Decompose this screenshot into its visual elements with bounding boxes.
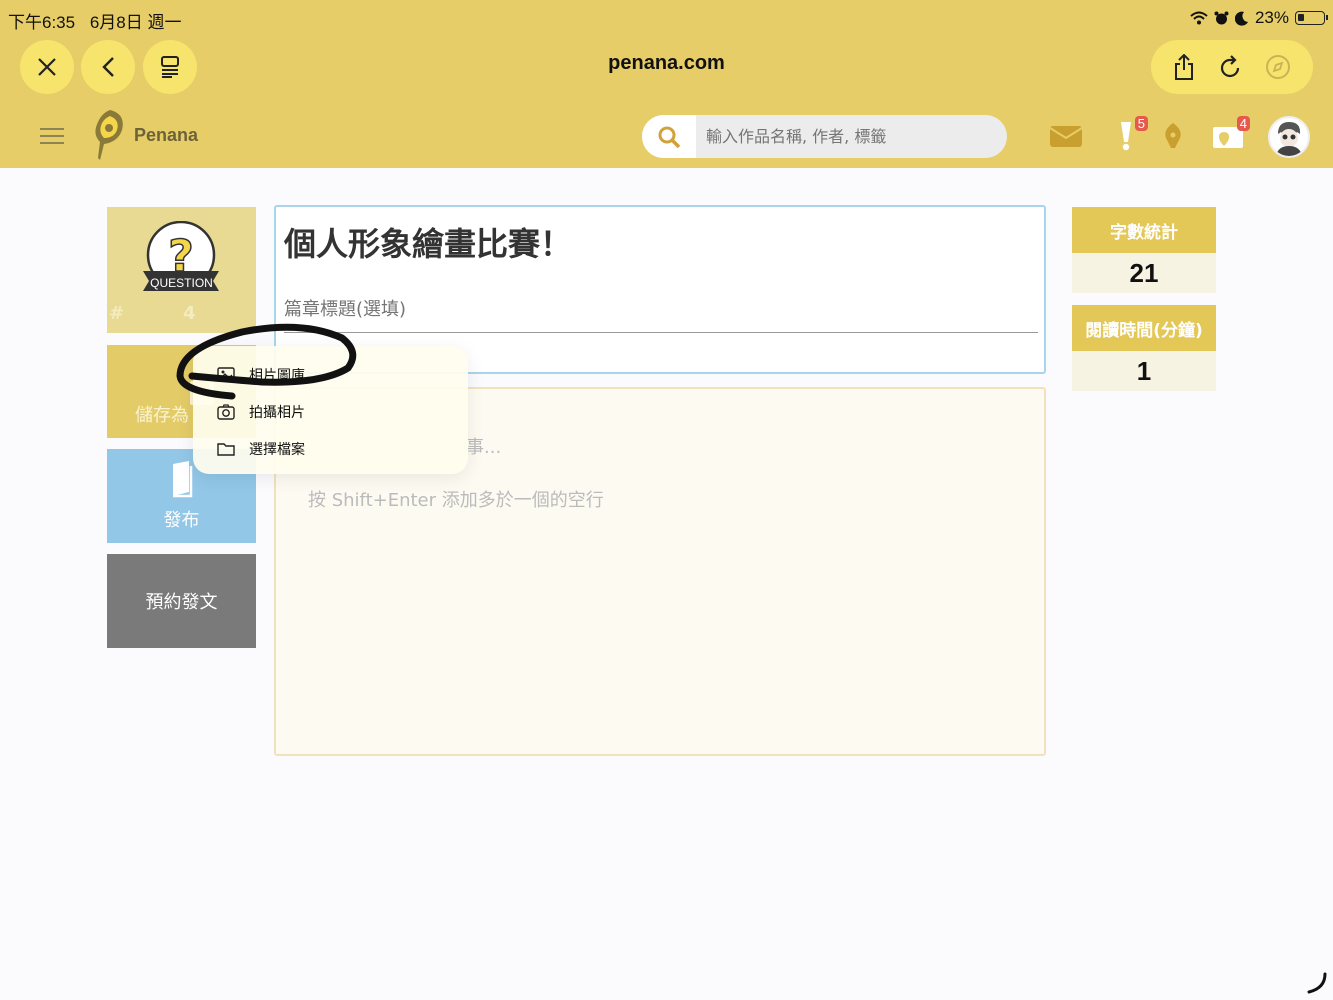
map-button[interactable]: 4 bbox=[1210, 116, 1250, 152]
menu-toggle-button[interactable] bbox=[40, 128, 64, 149]
share-icon[interactable] bbox=[1173, 54, 1195, 80]
status-indicators: 23% bbox=[1190, 8, 1328, 28]
status-time: 下午6:35 bbox=[8, 13, 76, 32]
wifi-icon bbox=[1190, 11, 1208, 25]
exclamation-icon bbox=[1121, 122, 1131, 151]
notifications-badge: 5 bbox=[1134, 116, 1148, 131]
body-hint: 按 Shift+Enter 添加多於一個的空行 bbox=[308, 490, 604, 511]
publish-label: 發布 bbox=[163, 510, 200, 531]
status-bar: 下午6:35 6月8日 週一 bbox=[8, 8, 191, 33]
logo-text: Penana bbox=[134, 124, 199, 145]
moon-icon bbox=[1234, 11, 1248, 26]
browser-chrome: 下午6:35 6月8日 週一 23% penana.com Penana 輸入作… bbox=[0, 0, 1333, 168]
user-avatar[interactable] bbox=[1268, 116, 1310, 158]
site-search bbox=[642, 115, 1007, 158]
reading-time-value: 1 bbox=[1072, 351, 1216, 391]
reload-icon[interactable] bbox=[1218, 54, 1242, 80]
search-input[interactable] bbox=[696, 115, 996, 158]
battery-icon bbox=[1295, 11, 1328, 25]
schedule-post-button[interactable]: 預約發文 bbox=[107, 554, 256, 648]
site-logo[interactable]: Penana bbox=[90, 108, 198, 162]
word-count-header: 字數統計 bbox=[1072, 207, 1216, 253]
question-tile[interactable]: ? QUESTION # 4 bbox=[107, 207, 256, 333]
alarm-icon bbox=[1214, 11, 1229, 24]
schedule-post-label: 預約發文 bbox=[145, 592, 218, 613]
notifications-button[interactable]: 5 bbox=[1108, 116, 1148, 152]
menu-item-label: 選擇檔案 bbox=[249, 442, 305, 458]
browser-actions bbox=[1151, 40, 1313, 94]
search-icon bbox=[658, 126, 681, 148]
url-bar[interactable]: penana.com bbox=[0, 52, 1333, 75]
pen-nib-icon bbox=[1165, 123, 1181, 148]
avatar-image bbox=[1276, 122, 1302, 156]
menu-item-label: 拍攝相片 bbox=[249, 405, 305, 421]
compass-icon[interactable] bbox=[1265, 54, 1291, 80]
camera-icon bbox=[217, 404, 235, 420]
map-badge: 4 bbox=[1236, 116, 1250, 131]
resize-handle-icon[interactable] bbox=[1305, 972, 1329, 996]
question-hash: # bbox=[109, 303, 125, 324]
body-placeholder: 事... bbox=[466, 437, 502, 458]
status-date: 6月8日 週一 bbox=[89, 13, 182, 32]
word-count-value: 21 bbox=[1072, 253, 1216, 293]
question-label: QUESTION bbox=[150, 276, 213, 290]
menu-item-take-photo[interactable]: 拍攝相片 bbox=[217, 402, 305, 422]
circle-annotation bbox=[176, 323, 357, 400]
menu-item-choose-file[interactable]: 選擇檔案 bbox=[217, 439, 305, 459]
write-button[interactable] bbox=[1155, 120, 1191, 152]
penana-logo-icon bbox=[95, 110, 123, 160]
reading-time-header: 閱讀時間(分鐘) bbox=[1072, 305, 1216, 351]
chapter-title-input[interactable] bbox=[284, 287, 1038, 333]
search-button[interactable] bbox=[642, 115, 696, 158]
battery-percent: 23% bbox=[1254, 8, 1289, 27]
messages-button[interactable] bbox=[1048, 120, 1084, 152]
folder-icon bbox=[217, 443, 235, 456]
story-title[interactable]: 個人形象繪畫比賽！ bbox=[284, 219, 572, 265]
envelope-icon bbox=[1049, 126, 1083, 147]
save-as-label: 儲存為 bbox=[135, 405, 189, 426]
book-icon bbox=[172, 461, 192, 498]
